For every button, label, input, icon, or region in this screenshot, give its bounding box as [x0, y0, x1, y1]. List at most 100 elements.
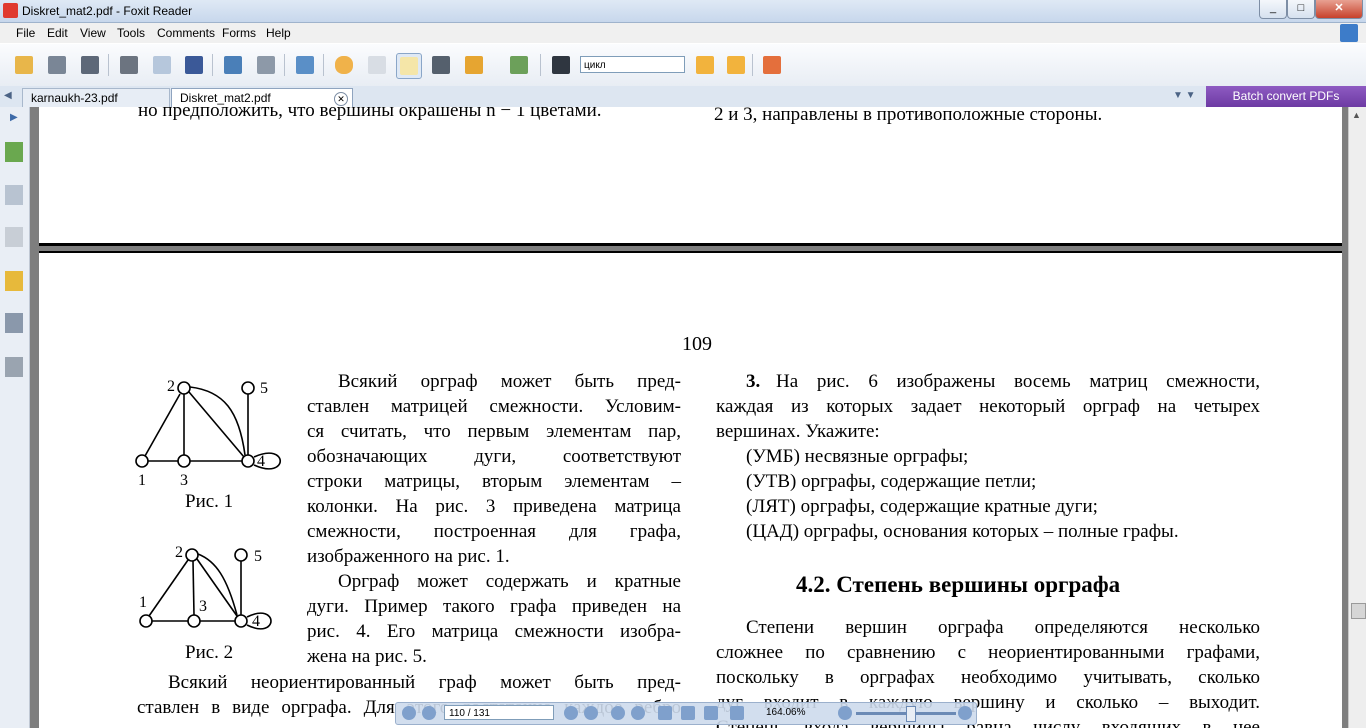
tab-list-icon[interactable]: ▼ ▼: [1173, 90, 1196, 101]
exercise-number: 3.: [746, 371, 761, 392]
menu-bar: File Edit View Tools Comments Forms Help: [0, 23, 1366, 43]
navigation-bar: 110 / 131 164.06%: [395, 702, 977, 725]
fig2-label-2: 2: [175, 544, 183, 561]
figure-1-caption: Рис. 1: [185, 491, 234, 512]
menu-edit[interactable]: Edit: [47, 26, 68, 40]
close-tab-icon[interactable]: ✕: [334, 92, 348, 106]
first-page-icon[interactable]: [402, 706, 416, 720]
search-next-icon[interactable]: [724, 53, 748, 77]
zoom-in-icon[interactable]: [958, 706, 972, 720]
email-icon[interactable]: [150, 53, 174, 77]
rms-icon[interactable]: [462, 53, 486, 77]
next-page-icon[interactable]: [564, 706, 578, 720]
restore-icon[interactable]: [1340, 24, 1358, 42]
facing-icon[interactable]: [704, 706, 718, 720]
tab-karnaukh[interactable]: karnaukh-23.pdf: [22, 88, 170, 107]
bookmarks-icon[interactable]: [5, 142, 23, 162]
text-line: рис. 4. Его матрица смежности изобра-: [307, 621, 681, 642]
signatures-icon[interactable]: [5, 357, 23, 377]
app-icon: [3, 3, 18, 18]
minimize-button[interactable]: _: [1259, 0, 1287, 19]
fig2-label-1: 1: [139, 594, 147, 611]
text-line: Орграф может содержать и кратные: [338, 571, 681, 592]
fig1-label-3: 3: [180, 472, 188, 489]
tab-bar: ◀ karnaukh-23.pdf Diskret_mat2.pdf ✕ ▼ ▼: [0, 86, 1366, 108]
page-number: 109: [682, 333, 712, 355]
section-heading: 4.2. Степень вершины орграфа: [796, 572, 1121, 597]
tab-diskret[interactable]: Diskret_mat2.pdf ✕: [171, 88, 353, 107]
open-icon[interactable]: [12, 53, 36, 77]
fig2-label-4: 4: [252, 613, 260, 630]
text-line: (ЦАД) орграфы, основания которых – полны…: [746, 521, 1179, 542]
pages-icon[interactable]: [5, 185, 23, 205]
page-number-input[interactable]: 110 / 131: [444, 705, 554, 720]
menu-view[interactable]: View: [80, 26, 106, 40]
text-line: изображенного на рис. 1.: [307, 546, 510, 567]
zoom-slider-thumb[interactable]: [906, 706, 916, 722]
text-line: ся считать, что первым элементам пар,: [307, 421, 681, 442]
title-bar: Diskret_mat2.pdf - Foxit Reader _ □ ✕: [0, 0, 1366, 23]
figure-2-caption: Рис. 2: [185, 642, 234, 663]
zoom-out-icon[interactable]: [838, 706, 852, 720]
scroll-up-icon[interactable]: ▲: [1352, 110, 1361, 120]
monitor-icon[interactable]: [221, 53, 245, 77]
back-icon[interactable]: [611, 706, 625, 720]
extract-icon[interactable]: [293, 53, 317, 77]
prev-page-right-line: 2 и 3, направлены в противоположные стор…: [714, 107, 1103, 125]
text-select-icon[interactable]: [396, 53, 422, 79]
fig1-label-2: 2: [167, 378, 175, 395]
text-line: вершинах. Укажите:: [716, 421, 880, 442]
continuous-icon[interactable]: [681, 706, 695, 720]
zoom-level[interactable]: 164.06%: [766, 707, 805, 718]
forward-icon[interactable]: [631, 706, 645, 720]
figure-1-graph: 1 2 3 4 5: [135, 378, 281, 489]
text-line: колонки. На рис. 3 приведена матрица: [307, 496, 681, 517]
menu-file[interactable]: File: [16, 26, 35, 40]
menu-comments[interactable]: Comments: [157, 26, 215, 40]
last-page-icon[interactable]: [584, 706, 598, 720]
menu-tools[interactable]: Tools: [117, 26, 145, 40]
tab-label: Diskret_mat2.pdf: [180, 91, 271, 105]
sidebar-expand-icon[interactable]: ▶: [10, 112, 18, 123]
snapshot-icon[interactable]: [429, 53, 453, 77]
prev-page-left-line: но предположить, что вершины окрашены n …: [138, 107, 602, 121]
vertical-scrollbar[interactable]: ▲: [1348, 107, 1366, 728]
text-line: смежности, построенная для графа,: [307, 521, 681, 542]
text-line: строки матрицы, вторым элементам –: [307, 471, 681, 492]
attachments-icon[interactable]: [5, 313, 23, 333]
select-icon[interactable]: [365, 53, 389, 77]
sign-icon[interactable]: [507, 53, 531, 77]
batch-convert-button[interactable]: Batch convert PDFs: [1206, 86, 1366, 107]
search-input[interactable]: цикл: [580, 56, 685, 73]
single-page-icon[interactable]: [658, 706, 672, 720]
menu-forms[interactable]: Forms: [222, 26, 256, 40]
tab-scroll-left-icon[interactable]: ◀: [4, 90, 12, 101]
fig2-label-3: 3: [199, 598, 207, 615]
print-icon[interactable]: [117, 53, 141, 77]
text-line: сложнее по сравнению с неориентированным…: [716, 642, 1260, 663]
scroll-thumb[interactable]: [1351, 603, 1366, 619]
zoom-tool-icon[interactable]: [730, 706, 744, 720]
menu-help[interactable]: Help: [266, 26, 291, 40]
save-icon[interactable]: [45, 53, 69, 77]
text-line: (УМБ) несвязные орграфы;: [746, 446, 969, 467]
save-all-icon[interactable]: [78, 53, 102, 77]
previous-page: но предположить, что вершины окрашены n …: [39, 107, 1342, 246]
facebook-icon[interactable]: [182, 53, 206, 77]
layers-icon[interactable]: [5, 227, 23, 247]
collect-icon[interactable]: [254, 53, 278, 77]
maximize-button[interactable]: □: [1287, 0, 1315, 19]
fig2-label-5: 5: [254, 548, 262, 565]
highlight-icon[interactable]: [760, 53, 784, 77]
search-prev-icon[interactable]: [693, 53, 717, 77]
text-line: (ЛЯТ) орграфы, содержащие кратные дуги;: [746, 496, 1098, 517]
fig1-label-1: 1: [138, 472, 146, 489]
hand-icon[interactable]: [332, 53, 356, 77]
previous-page-icon[interactable]: [422, 706, 436, 720]
window-title: Diskret_mat2.pdf - Foxit Reader: [22, 4, 193, 18]
document-viewer[interactable]: но предположить, что вершины окрашены n …: [30, 107, 1348, 728]
text-line: поскольку в орграфах необходимо учитыват…: [716, 667, 1260, 688]
comments-icon[interactable]: [5, 271, 23, 291]
find-icon[interactable]: [549, 53, 573, 77]
close-button[interactable]: ✕: [1315, 0, 1363, 19]
